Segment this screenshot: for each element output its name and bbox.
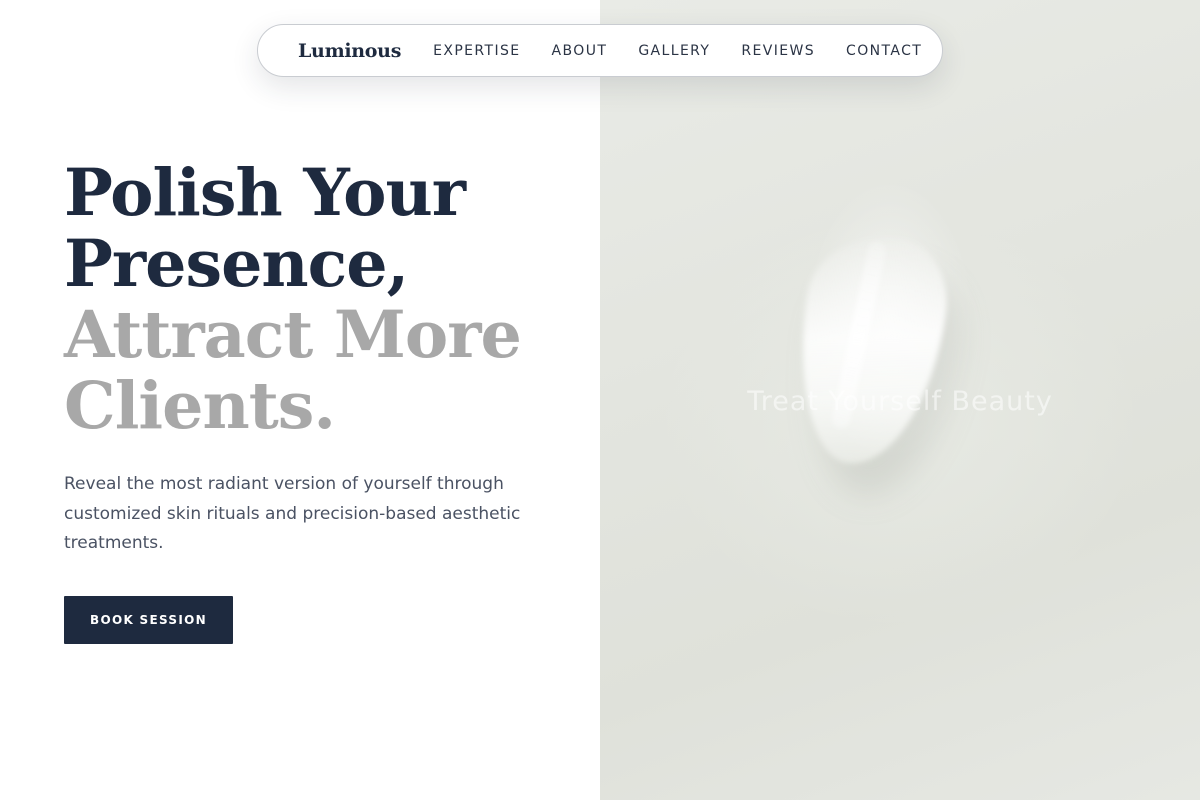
nav-link-gallery[interactable]: GALLERY xyxy=(638,43,710,59)
headline-line: Presence, xyxy=(64,226,409,302)
landing-page: Treat Yourself Beauty Luminous EXPERTISE… xyxy=(0,0,1200,800)
headline-line: Polish Your xyxy=(64,155,466,231)
top-navigation: Luminous EXPERTISE ABOUT GALLERY REVIEWS… xyxy=(257,24,943,77)
hero-image-panel: Treat Yourself Beauty xyxy=(600,0,1200,800)
image-caption: Treat Yourself Beauty xyxy=(747,386,1053,417)
headline-line: Clients. xyxy=(64,368,336,444)
brand-logo[interactable]: Luminous xyxy=(298,40,401,62)
nav-link-contact[interactable]: CONTACT xyxy=(846,43,922,59)
nav-link-expertise[interactable]: EXPERTISE xyxy=(433,43,520,59)
nav-link-about[interactable]: ABOUT xyxy=(552,43,608,59)
book-session-button[interactable]: BOOK SESSION xyxy=(64,596,233,644)
headline-line: Attract More xyxy=(64,297,522,373)
hero-headline: Polish Your Presence, Attract More Clien… xyxy=(64,155,522,444)
nav-link-reviews[interactable]: REVIEWS xyxy=(741,43,815,59)
hero-subtitle: Reveal the most radiant version of yours… xyxy=(64,474,521,553)
